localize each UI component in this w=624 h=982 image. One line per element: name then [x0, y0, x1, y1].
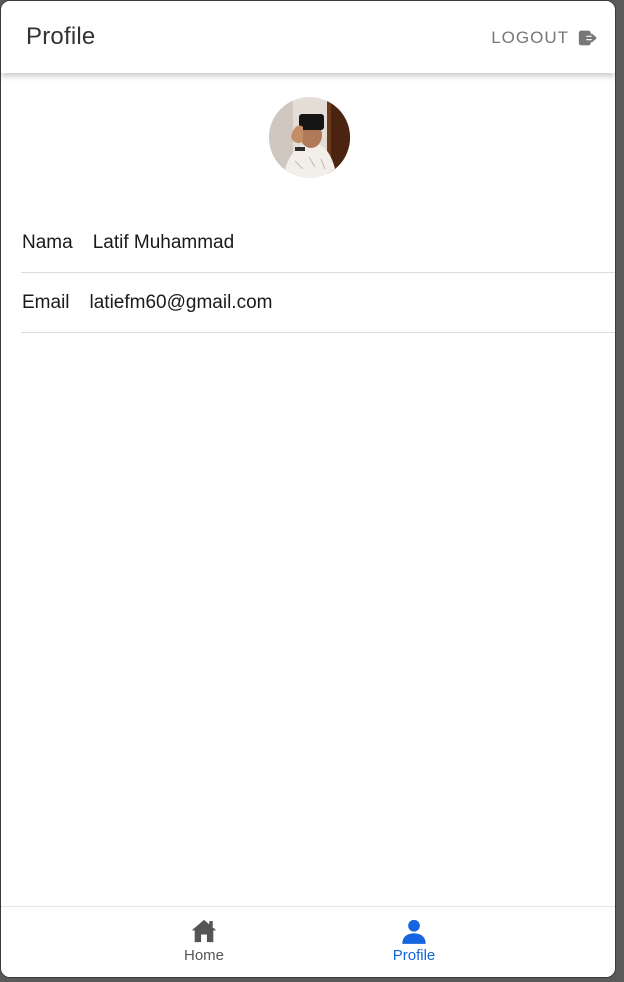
- app-window: Profile LOGOUT Nama Latif Muhammad Email…: [0, 0, 616, 978]
- avatar: [269, 97, 350, 178]
- email-row: Email latiefm60@gmail.com: [21, 273, 615, 333]
- logout-button[interactable]: LOGOUT: [491, 27, 599, 49]
- home-icon: [191, 919, 217, 943]
- page-title: Profile: [26, 23, 96, 50]
- nav-label-home: Home: [183, 947, 224, 964]
- bottom-navigation: Home Profile: [1, 906, 615, 977]
- email-label: Email: [22, 291, 70, 313]
- logout-icon: [578, 30, 597, 46]
- profile-photo: [269, 97, 350, 178]
- nav-label-profile: Profile: [392, 947, 436, 964]
- email-value: latiefm60@gmail.com: [89, 291, 273, 313]
- app-bar: Profile LOGOUT: [1, 1, 615, 73]
- person-icon: [402, 919, 426, 944]
- name-label: Nama: [22, 231, 73, 253]
- logout-label: LOGOUT: [491, 28, 569, 47]
- name-value: Latif Muhammad: [92, 231, 235, 253]
- nav-item-home[interactable]: Home: [144, 917, 264, 964]
- name-row: Nama Latif Muhammad: [21, 213, 615, 273]
- nav-item-profile[interactable]: Profile: [354, 917, 474, 964]
